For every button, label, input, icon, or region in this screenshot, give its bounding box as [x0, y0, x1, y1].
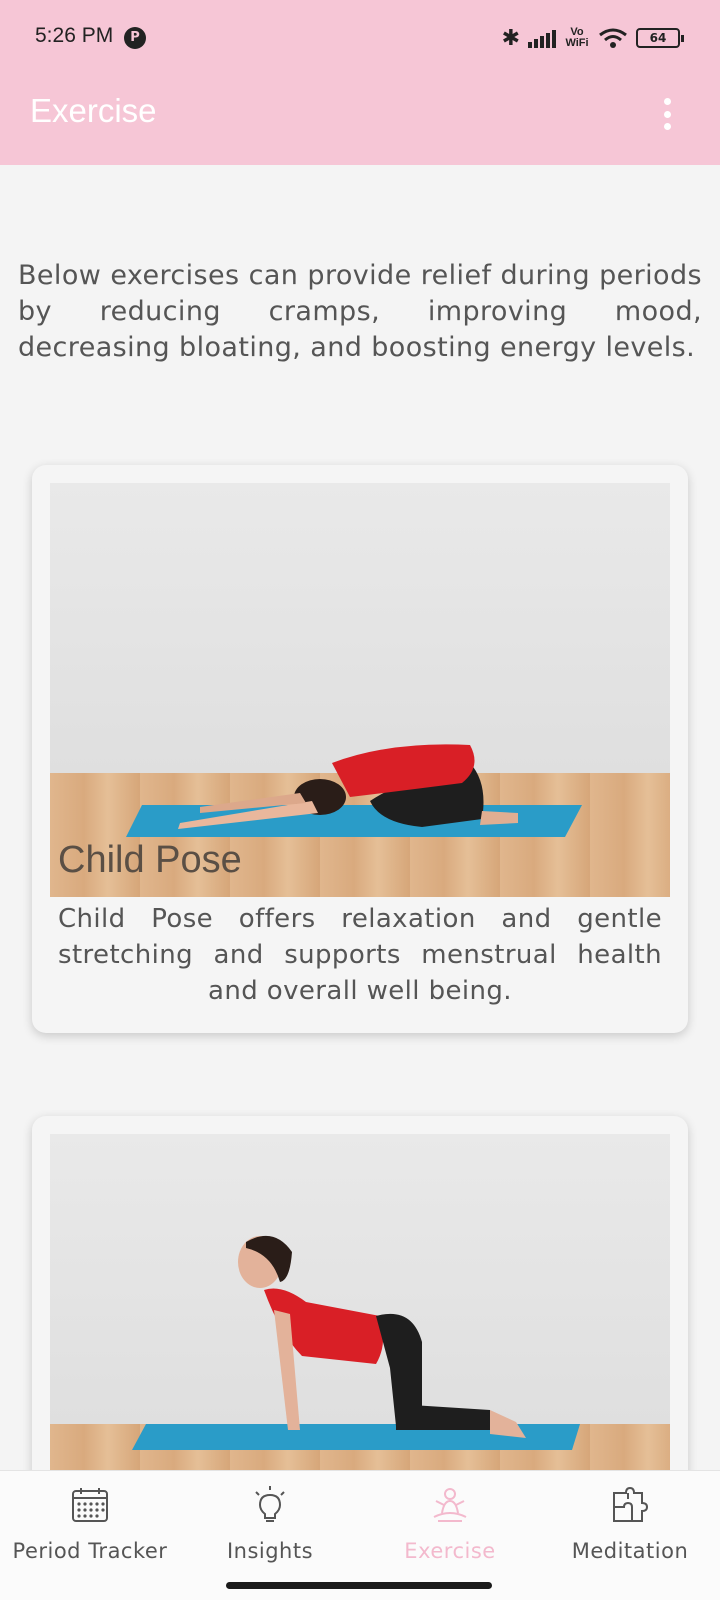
bottom-navigation: Period Tracker Insights Exercise Meditat…	[0, 1470, 720, 1600]
nav-label: Period Tracker	[12, 1539, 168, 1563]
overflow-menu-icon[interactable]	[662, 98, 672, 130]
gesture-handle[interactable]	[226, 1582, 492, 1589]
nav-label: Insights	[226, 1539, 314, 1563]
calendar-icon	[72, 1488, 108, 1522]
child-pose-image: Child Pose	[50, 483, 670, 897]
app-bar: 5:26 PM P ✱ Vo WiFi 64 Exercise	[0, 0, 720, 165]
card-description: Child Pose offers relaxation and gentle …	[58, 904, 662, 1006]
battery-icon: 64	[636, 28, 684, 48]
exercise-card-child-pose[interactable]: Child Pose Child Pose offers relaxation …	[32, 465, 688, 1033]
vowifi-icon: Vo WiFi	[565, 26, 589, 49]
nav-insights[interactable]: Insights	[180, 1485, 360, 1563]
yoga-icon	[433, 1488, 467, 1522]
wifi-icon	[599, 28, 627, 48]
nav-period-tracker[interactable]: Period Tracker	[0, 1485, 180, 1563]
signal-icon	[528, 28, 556, 48]
lightbulb-icon	[255, 1486, 285, 1522]
status-time: 5:26 PM	[35, 24, 114, 47]
nav-meditation[interactable]: Meditation	[540, 1485, 720, 1563]
status-bar: 5:26 PM P ✱ Vo WiFi 64	[0, 0, 720, 78]
puzzle-icon	[613, 1486, 649, 1522]
card-title: Child Pose	[58, 839, 242, 881]
nav-exercise[interactable]: Exercise	[360, 1485, 540, 1563]
bluetooth-icon: ✱	[501, 25, 520, 51]
status-icons: ✱ Vo WiFi 64	[501, 22, 684, 54]
page-title: Exercise	[30, 92, 157, 129]
nav-label: Exercise	[404, 1539, 496, 1563]
dnd-icon: P	[124, 27, 146, 49]
nav-label: Meditation	[571, 1539, 689, 1563]
intro-text: Below exercises can provide relief durin…	[18, 260, 702, 363]
